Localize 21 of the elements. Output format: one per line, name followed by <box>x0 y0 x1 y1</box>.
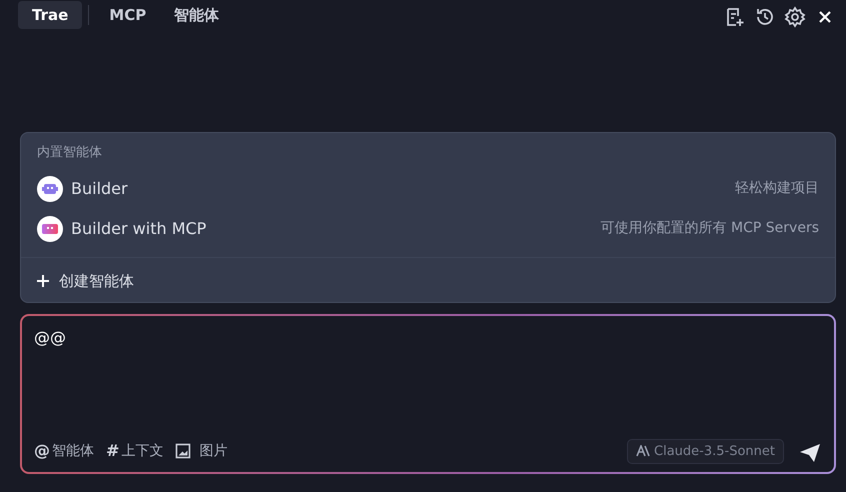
toolbar-button[interactable]: 图片 <box>175 440 228 462</box>
tab[interactable]: Trae <box>18 1 82 29</box>
plus-icon <box>37 274 49 287</box>
toolbar-button[interactable]: @智能体 <box>34 439 94 464</box>
section-title: 内置智能体 <box>36 144 103 162</box>
agent-item[interactable]: Builder with MCP 可使用你配置的所有 MCP Servers <box>21 208 835 248</box>
create-agent-button[interactable]: 创建智能体 <box>21 258 150 296</box>
agent-description: 轻松构建项目 <box>735 179 819 198</box>
robot-icon <box>37 216 63 242</box>
image-icon <box>175 443 192 460</box>
robot-icon <box>37 176 63 202</box>
tab[interactable]: MCP <box>95 1 160 29</box>
model-icon <box>636 445 650 458</box>
model-selector[interactable]: Claude-3.5-Sonnet <box>627 438 784 464</box>
agent-item[interactable]: Builder 轻松构建项目 <box>21 168 835 208</box>
agent-name: Builder <box>71 178 128 200</box>
agent-name: Builder with MCP <box>71 218 206 240</box>
agent-description: 可使用你配置的所有 MCP Servers <box>600 219 819 238</box>
toolbar-button[interactable]: #上下文 <box>106 439 164 464</box>
tab[interactable]: 智能体 <box>160 1 234 29</box>
settings-icon[interactable] <box>784 4 806 26</box>
